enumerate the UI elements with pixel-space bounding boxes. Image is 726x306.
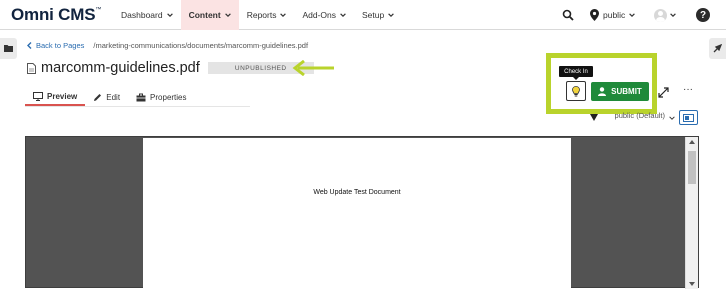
file-path: /marketing-communications/documents/marc… — [93, 41, 309, 50]
help-button[interactable]: ? — [696, 0, 710, 30]
document-page: Web Update Test Document — [143, 138, 571, 289]
nav-content[interactable]: Content — [180, 0, 239, 30]
tab-preview[interactable]: Preview — [25, 88, 86, 106]
chevron-down-icon — [224, 13, 231, 18]
chevron-down-icon — [340, 13, 346, 18]
publish-target-select-label: public (Default) — [614, 111, 665, 120]
check-in-button[interactable] — [566, 81, 586, 101]
chevron-left-icon — [27, 42, 32, 49]
nav-add-ons-label: Add-Ons — [302, 10, 337, 20]
fullscreen-button[interactable] — [658, 85, 669, 103]
chevron-down-icon — [670, 13, 676, 18]
file-icon — [27, 62, 36, 74]
scroll-thumb[interactable] — [688, 151, 696, 184]
nav-dashboard-label: Dashboard — [121, 10, 163, 20]
chevron-down-icon — [388, 13, 395, 18]
logo-trademark: ™ — [95, 7, 102, 13]
file-navigation-toggle[interactable] — [0, 38, 17, 59]
user-icon — [598, 87, 607, 96]
gadgets-toggle[interactable] — [709, 38, 726, 59]
page-header: marcomm-guidelines.pdf UNPUBLISHED — [27, 60, 314, 76]
device-preview-button[interactable] — [679, 110, 698, 125]
folder-icon — [4, 45, 13, 52]
tab-edit-label: Edit — [106, 92, 121, 102]
chevron-down-icon — [629, 13, 636, 18]
search-button[interactable] — [562, 0, 574, 30]
puzzle-icon — [713, 44, 722, 53]
pin-icon — [590, 114, 598, 121]
main-menu: Dashboard Content Reports Add-Ons Setup — [113, 0, 402, 30]
back-to-pages-link[interactable]: Back to Pages — [27, 41, 84, 50]
nav-add-ons[interactable]: Add-Ons — [294, 0, 354, 30]
omni-cms-logo[interactable]: Omni CMS™ — [11, 5, 101, 25]
map-marker-icon — [590, 9, 599, 21]
publish-target-select[interactable]: public (Default) — [605, 110, 675, 125]
preview-scrollbar[interactable] — [685, 137, 698, 289]
scroll-up-arrow-icon[interactable] — [689, 140, 695, 144]
document-text: Web Update Test Document — [313, 189, 401, 196]
user-menu[interactable] — [654, 0, 676, 30]
briefcase-icon — [136, 93, 146, 101]
publish-target-menu[interactable]: public — [590, 0, 636, 30]
device-icon — [683, 113, 694, 122]
back-to-pages-label: Back to Pages — [36, 41, 85, 50]
publish-target-label: public — [603, 10, 626, 20]
submit-button[interactable]: SUBMIT — [591, 82, 649, 101]
nav-dashboard[interactable]: Dashboard — [113, 0, 181, 30]
breadcrumb: Back to Pages /marketing-communications/… — [27, 41, 308, 50]
page-title: marcomm-guidelines.pdf — [41, 60, 200, 76]
monitor-icon — [33, 91, 43, 101]
nav-content-label: Content — [188, 10, 221, 20]
tabs-divider — [25, 106, 250, 107]
check-in-tooltip: Check In — [559, 66, 593, 80]
annotation-arrow-icon — [292, 60, 334, 76]
chevron-down-icon — [280, 13, 287, 18]
scroll-down-arrow-icon[interactable] — [689, 282, 695, 286]
more-options-button[interactable]: ··· — [683, 84, 693, 95]
tab-edit[interactable]: Edit — [85, 88, 128, 106]
nav-reports[interactable]: Reports — [239, 0, 295, 30]
pencil-icon — [94, 93, 102, 101]
avatar — [654, 8, 667, 22]
tab-preview-label: Preview — [47, 91, 78, 101]
nav-reports-label: Reports — [246, 10, 277, 20]
help-icon: ? — [696, 8, 710, 22]
tab-properties-label: Properties — [150, 92, 187, 102]
expand-icon — [658, 87, 669, 98]
submit-label: SUBMIT — [611, 87, 642, 96]
lightbulb-icon — [572, 85, 580, 96]
top-navigation-bar: Omni CMS™ Dashboard Content Reports Add-… — [0, 0, 726, 30]
nav-setup-label: Setup — [362, 10, 385, 20]
tab-properties[interactable]: Properties — [128, 88, 194, 106]
chevron-down-icon — [669, 115, 675, 120]
nav-setup[interactable]: Setup — [354, 0, 402, 30]
page-tabs: Preview Edit Properties — [25, 88, 195, 106]
document-preview[interactable]: Web Update Test Document — [25, 136, 699, 289]
chevron-down-icon — [166, 13, 173, 18]
logo-text: Omni CMS — [11, 5, 96, 24]
search-icon — [562, 9, 574, 21]
